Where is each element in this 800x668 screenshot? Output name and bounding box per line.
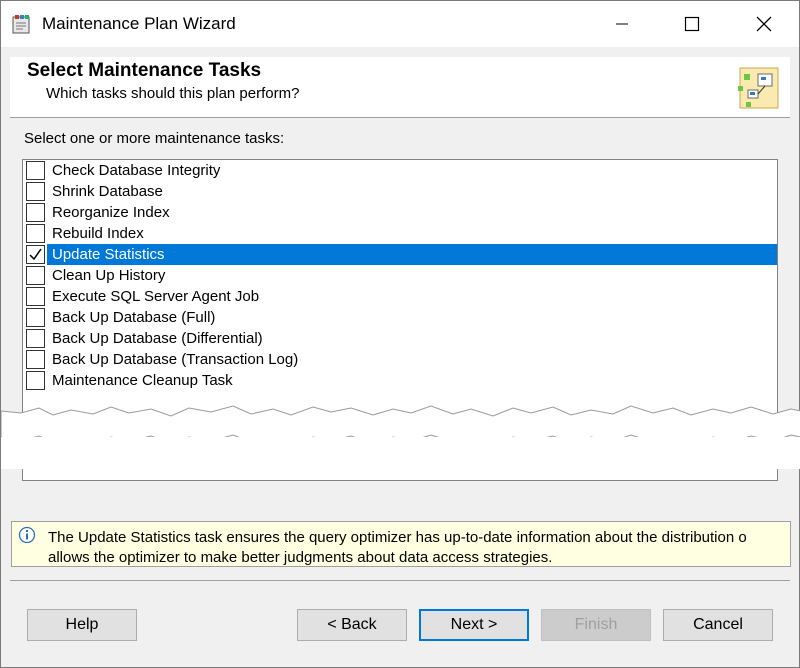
close-button[interactable] [729, 1, 799, 47]
task-label: Back Up Database (Transaction Log) [52, 351, 299, 368]
task-list-prompt: Select one or more maintenance tasks: [24, 130, 285, 147]
task-checkbox[interactable] [26, 308, 45, 327]
task-row[interactable]: Reorganize Index [24, 202, 777, 223]
cancel-button[interactable]: Cancel [663, 609, 773, 641]
minimize-icon [616, 23, 628, 25]
torn-edge-decoration [1, 405, 800, 469]
window-title: Maintenance Plan Wizard [42, 14, 236, 33]
task-label: Back Up Database (Differential) [52, 330, 263, 347]
next-button[interactable]: Next > [419, 609, 529, 641]
maintenance-plan-app-icon [12, 15, 30, 34]
header-divider [10, 117, 790, 118]
task-label: Maintenance Cleanup Task [52, 372, 233, 389]
task-row[interactable]: Check Database Integrity [24, 160, 777, 181]
task-checkbox[interactable] [26, 203, 45, 222]
minimize-button[interactable] [587, 1, 657, 47]
footer-divider [10, 580, 790, 581]
task-label: Shrink Database [52, 183, 163, 200]
page-title: Select Maintenance Tasks [27, 60, 262, 81]
task-row[interactable]: Clean Up History [24, 265, 777, 286]
wizard-header: Select Maintenance Tasks Which tasks sho… [10, 57, 790, 117]
task-checkbox[interactable] [26, 371, 45, 390]
task-row[interactable]: Back Up Database (Differential) [24, 328, 777, 349]
task-label: Reorganize Index [52, 204, 170, 221]
task-row[interactable]: Update Statistics [24, 244, 777, 265]
back-button[interactable]: < Back [297, 609, 407, 641]
finish-button[interactable]: Finish [541, 609, 651, 641]
maximize-button[interactable] [657, 1, 727, 47]
maximize-icon [684, 16, 700, 32]
task-row[interactable]: Execute SQL Server Agent Job [24, 286, 777, 307]
task-label: Update Statistics [47, 244, 777, 265]
task-description-line-2: allows the optimizer to make better judg… [48, 549, 553, 566]
task-row[interactable]: Rebuild Index [24, 223, 777, 244]
task-label: Back Up Database (Full) [52, 309, 216, 326]
task-checkbox[interactable] [26, 266, 45, 285]
task-row[interactable]: Back Up Database (Transaction Log) [24, 349, 777, 370]
help-button[interactable]: Help [27, 609, 137, 641]
task-description-text: The Update Statistics task ensures the q… [48, 528, 790, 566]
task-row[interactable]: Shrink Database [24, 181, 777, 202]
info-icon [18, 526, 36, 544]
task-checkbox[interactable] [26, 287, 45, 306]
wizard-window: Maintenance Plan Wizard Select Maintenan… [0, 0, 800, 668]
task-row[interactable]: Maintenance Cleanup Task [24, 370, 777, 391]
task-description-box: The Update Statistics task ensures the q… [11, 521, 791, 567]
task-label: Check Database Integrity [52, 162, 221, 179]
task-label: Execute SQL Server Agent Job [52, 288, 260, 305]
task-checkbox[interactable] [26, 245, 45, 264]
task-label: Clean Up History [52, 267, 166, 284]
task-checkbox[interactable] [26, 161, 45, 180]
title-bar[interactable]: Maintenance Plan Wizard [1, 1, 799, 47]
page-subtitle: Which tasks should this plan perform? [46, 85, 300, 102]
task-label: Rebuild Index [52, 225, 144, 242]
checkmark-icon [29, 248, 42, 261]
task-row[interactable]: Back Up Database (Full) [24, 307, 777, 328]
task-checkbox[interactable] [26, 329, 45, 348]
task-checkbox[interactable] [26, 350, 45, 369]
task-description-line-1: The Update Statistics task ensures the q… [48, 529, 747, 546]
close-icon [756, 16, 772, 32]
task-checkbox[interactable] [26, 182, 45, 201]
task-checkbox[interactable] [26, 224, 45, 243]
wizard-banner-icon [738, 67, 779, 109]
